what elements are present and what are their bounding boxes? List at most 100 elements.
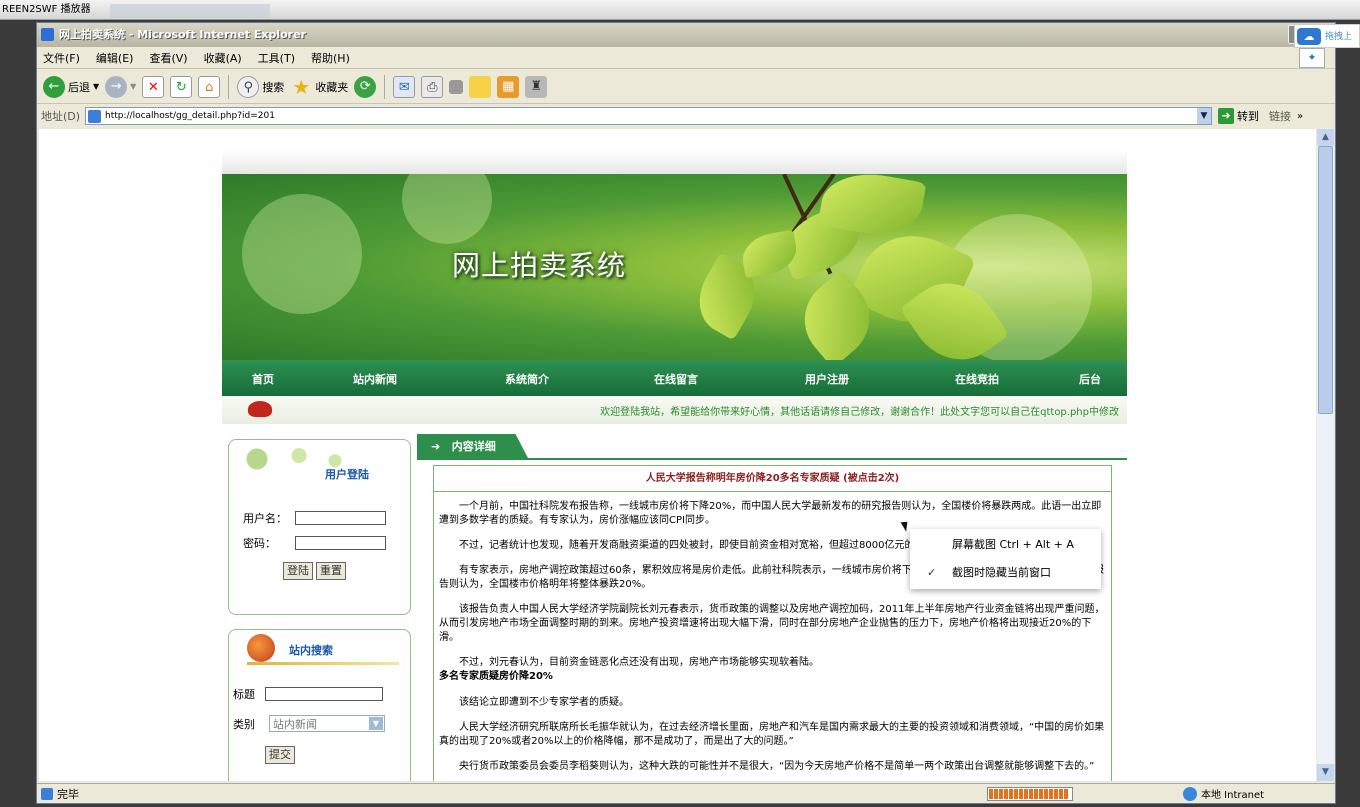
chevron-down-icon: ▼ — [369, 717, 383, 730]
progress-segment — [1064, 788, 1068, 799]
player-title-bar: REEN2SWF 播放器 — [0, 0, 1360, 20]
progress-segment — [1029, 788, 1033, 799]
article-paragraph: 不过，刘元春认为，目前资金链恶化点还没有出现，房地产市场能够实现软着陆。 — [459, 657, 819, 668]
menu-item-hide-window[interactable]: ✓ 截图时隐藏当前窗口 — [910, 559, 1101, 587]
home-icon[interactable]: ⌂ — [198, 75, 221, 98]
login-box: 用户登陆 用户名： 密码： 登陆 重置 — [228, 439, 411, 615]
search-button[interactable]: ⚲ 搜索 — [237, 75, 284, 98]
address-dropdown-icon[interactable]: ▼ — [1197, 108, 1211, 124]
content-tab: ➜ 内容详细 — [417, 434, 529, 460]
refresh-icon[interactable]: ↻ — [170, 75, 193, 98]
progress-segment — [1059, 788, 1063, 799]
nav-about[interactable]: 系统简介 — [505, 371, 549, 387]
scroll-thumb[interactable] — [1318, 146, 1333, 414]
reset-button[interactable]: 重置 — [316, 562, 346, 580]
title-underline — [247, 662, 399, 665]
nav-bidding[interactable]: 在线竞拍 — [955, 371, 999, 387]
page-viewport: 网上拍卖系统 首页 站内新闻 系统简介 在线留言 用户注册 在线竞拍 后台 欢迎… — [39, 129, 1316, 781]
window-titlebar: 网上拍卖系统 - Microsoft Internet Explorer _ × — [37, 23, 1335, 47]
back-button[interactable]: ← 后退 ▼ — [43, 75, 99, 98]
research-icon[interactable]: ▦ — [497, 75, 520, 98]
toolbar-separator — [228, 74, 230, 99]
page-done-icon — [41, 787, 53, 800]
scroll-up-icon[interactable]: ▲ — [1317, 129, 1334, 146]
print-icon[interactable]: ⎙ — [421, 75, 444, 98]
menu-help[interactable]: 帮助(H) — [311, 50, 350, 66]
progress-segment — [1039, 788, 1043, 799]
search-title-input[interactable] — [265, 687, 383, 701]
mail-icon[interactable]: ✉ — [393, 75, 416, 98]
content-tab-bar: ➜ 内容详细 — [417, 432, 1127, 460]
progress-segment — [1044, 788, 1048, 799]
progress-segment — [994, 788, 998, 799]
window-title: 网上拍卖系统 - Microsoft Internet Explorer — [59, 28, 306, 41]
intranet-globe-icon — [1183, 786, 1197, 801]
messenger-icon[interactable]: ♜ — [525, 75, 548, 98]
forward-arrow-icon: → — [105, 75, 128, 98]
checkmark-icon: ✓ — [927, 566, 937, 579]
media-icon[interactable]: ⟳ — [354, 75, 377, 98]
cloud-icon: ☁ — [1297, 28, 1321, 45]
stop-icon[interactable]: ✕ — [142, 75, 165, 98]
bird-icon — [248, 401, 272, 417]
article-paragraph: 人民大学经济研究所联席所长毛振华就认为，在过去经济增长里面，房地产和汽车是国内需… — [439, 722, 1105, 747]
progress-segment — [1004, 788, 1008, 799]
ghost-tab-strip — [110, 4, 270, 18]
username-input[interactable] — [295, 511, 386, 525]
discuss-icon[interactable] — [469, 75, 492, 98]
nav-news[interactable]: 站内新闻 — [353, 371, 397, 387]
tab-arrow-icon: ➜ — [431, 440, 441, 453]
progress-segment — [1024, 788, 1028, 799]
progress-bar — [987, 786, 1073, 801]
address-label: 地址(D) — [41, 110, 81, 123]
address-bar: 地址(D) http://localhost/gg_detail.php?id=… — [37, 105, 1335, 127]
floating-widget[interactable]: ☁ 拖拽上 — [1294, 24, 1360, 48]
forward-button[interactable]: → ▼ — [105, 75, 136, 98]
search-submit-button[interactable]: 提交 — [265, 746, 295, 764]
back-label: 后退 — [68, 80, 90, 94]
favorites-button[interactable]: ★ 收藏夹 — [290, 76, 348, 98]
nav-home[interactable]: 首页 — [252, 371, 274, 387]
progress-segment — [1054, 788, 1058, 799]
toolbar: ← 后退 ▼ → ▼ ✕ ↻ ⌂ ⚲ 搜索 ★ 收藏夹 ⟳ ✉ ⎙ ▦ ♜ — [37, 70, 1335, 104]
password-input[interactable] — [295, 536, 386, 550]
nav-register[interactable]: 用户注册 — [805, 371, 849, 387]
vertical-scrollbar[interactable]: ▲ ▼ — [1317, 129, 1334, 781]
windows-flag-icon: ✦ — [1299, 48, 1325, 68]
scroll-down-icon[interactable]: ▼ — [1317, 764, 1334, 781]
login-button[interactable]: 登陆 — [283, 562, 313, 580]
go-button[interactable]: ➜ 转到 — [1218, 108, 1259, 124]
progress-segment — [999, 788, 1003, 799]
forward-dropdown-icon[interactable]: ▼ — [130, 82, 136, 91]
article: 人民大学报告称明年房价降20多名专家质疑 (被点击2次) 一个月前，中国社科院发… — [433, 465, 1112, 781]
edit-icon[interactable] — [449, 79, 464, 94]
menu-item-screenshot[interactable]: 屏幕截图 Ctrl + Alt + A — [910, 531, 1101, 559]
site-title: 网上拍卖系统 — [452, 249, 627, 282]
ie-icon — [41, 28, 54, 41]
login-title: 用户登陆 — [325, 468, 369, 481]
menu-file[interactable]: 文件(F) — [43, 50, 80, 66]
menu-edit[interactable]: 编辑(E) — [96, 50, 134, 66]
progress-segment — [989, 788, 993, 799]
password-label: 密码： — [243, 537, 276, 550]
address-url: http://localhost/gg_detail.php?id=201 — [105, 111, 275, 121]
menu-tools[interactable]: 工具(T) — [258, 50, 295, 66]
back-dropdown-icon[interactable]: ▼ — [93, 82, 99, 91]
progress-segment — [1049, 788, 1053, 799]
username-label: 用户名： — [243, 512, 287, 525]
address-input[interactable]: http://localhost/gg_detail.php?id=201 ▼ — [85, 107, 1212, 125]
menu-view[interactable]: 查看(V) — [149, 50, 187, 66]
player-title: REEN2SWF 播放器 — [2, 4, 91, 15]
hide-window-label: 截图时隐藏当前窗口 — [952, 566, 1051, 579]
links-chevron-icon[interactable]: » — [1297, 111, 1303, 122]
nav-guestbook[interactable]: 在线留言 — [654, 371, 698, 387]
go-arrow-icon: ➜ — [1218, 108, 1234, 124]
status-bar: 完毕 本地 Intranet — [37, 783, 1335, 803]
links-button[interactable]: 链接 — [1269, 108, 1291, 124]
nav-admin[interactable]: 后台 — [1079, 371, 1101, 387]
search-icon: ⚲ — [237, 75, 260, 98]
screenshot-label: 屏幕截图 Ctrl + Alt + A — [952, 538, 1074, 551]
menu-favorites[interactable]: 收藏(A) — [204, 50, 242, 66]
marquee-ticker: 欢迎登陆我站，希望能给你带来好心情，其他话语请修自己修改，谢谢合作！此处文字您可… — [600, 407, 1119, 418]
category-select[interactable]: 站内新闻 ▼ — [269, 715, 385, 732]
